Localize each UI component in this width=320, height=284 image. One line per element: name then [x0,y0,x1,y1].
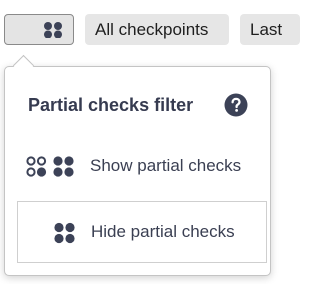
hide-partial-checks-option[interactable]: Hide partial checks [17,201,267,263]
four-dots-icon [44,22,62,38]
show-partial-checks-option[interactable]: Show partial checks [17,136,267,198]
partial-checks-toggle-button[interactable] [4,14,74,45]
partial-checks-popover: Partial checks filter Show partial check… [4,66,271,276]
popover-title: Partial checks filter [28,95,194,115]
hide-partial-checks-label: Hide partial checks [91,222,235,241]
show-partial-checks-label: Show partial checks [90,156,242,175]
all-checkpoints-label: All checkpoints [95,20,209,39]
help-icon[interactable] [224,93,248,117]
partial-and-full-dots-icon [26,156,74,177]
all-checkpoints-button[interactable]: All checkpoints [85,14,229,45]
full-dots-icon [54,222,75,244]
last-filter-button[interactable]: Last [240,14,300,45]
last-filter-label: Last [250,20,283,39]
